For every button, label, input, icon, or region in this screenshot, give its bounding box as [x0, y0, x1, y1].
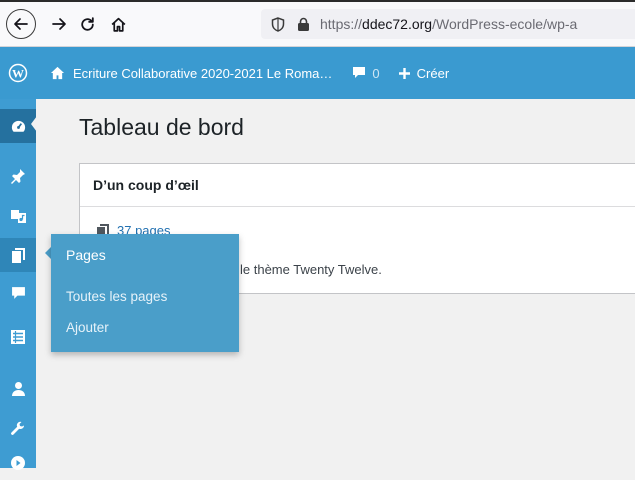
widget-title: D’un coup d’œil [93, 177, 199, 193]
arrow-left-icon [14, 18, 28, 30]
flyout-item-all-pages[interactable]: Toutes les pages [66, 289, 167, 304]
arrow-right-icon [52, 18, 66, 30]
dashboard-icon [11, 120, 25, 132]
url-text: https://ddec72.org/WordPress-ecole/wp-a [320, 16, 577, 32]
theme-info-text: le thème Twenty Twelve. [240, 262, 382, 277]
site-name-link[interactable]: Ecriture Collaborative 2020-2021 Le Roma… [50, 66, 332, 81]
comments-count: 0 [372, 65, 380, 81]
browser-toolbar: https://ddec72.org/WordPress-ecole/wp-a [0, 0, 635, 47]
url-prefix: https:// [320, 16, 363, 32]
reload-icon [80, 16, 94, 31]
list-icon [11, 330, 25, 344]
forward-button[interactable] [44, 9, 74, 39]
sidebar-item-tools[interactable] [0, 412, 36, 446]
reload-button[interactable] [72, 9, 102, 39]
home-icon [111, 17, 125, 32]
plus-icon [398, 67, 410, 79]
flyout-item-pages[interactable]: Pages [66, 247, 106, 263]
sidebar-item-posts[interactable] [0, 159, 36, 193]
back-button[interactable] [6, 9, 36, 39]
sidebar-item-comments[interactable] [0, 276, 36, 310]
comments-link[interactable]: 0 [352, 65, 380, 81]
sidebar-item-media[interactable] [0, 198, 36, 232]
wrench-icon [11, 421, 25, 435]
shield-icon [271, 16, 285, 32]
sidebar-item-users[interactable] [0, 372, 36, 406]
pages-icon [11, 247, 25, 263]
home-icon [50, 66, 65, 80]
url-path: /WordPress-ecole/wp-a [432, 16, 578, 32]
current-item-arrow [31, 116, 37, 132]
play-icon [11, 456, 25, 470]
svg-text:W: W [12, 67, 24, 81]
pages-flyout-menu: Pages Toutes les pages Ajouter [51, 234, 239, 352]
wp-admin-bar: W Ecriture Collaborative 2020-2021 Le Ro… [0, 47, 635, 99]
site-title: Ecriture Collaborative 2020-2021 Le Roma… [73, 65, 333, 81]
flyout-item-add-new[interactable]: Ajouter [66, 320, 109, 335]
url-bar[interactable]: https://ddec72.org/WordPress-ecole/wp-a [261, 9, 635, 39]
sidebar-item-media-player[interactable] [0, 446, 36, 480]
admin-sidebar [0, 99, 37, 470]
sidebar-item-pages[interactable] [0, 238, 36, 272]
url-host: ddec72.org [362, 16, 433, 32]
sidebar-item-dashboard[interactable] [0, 109, 37, 143]
comment-bubble-icon [353, 67, 366, 78]
pin-icon [11, 169, 25, 184]
comments-icon [11, 286, 25, 299]
sidebar-item-list[interactable] [0, 320, 36, 354]
page-title: Tableau de bord [79, 114, 244, 140]
new-content-label: Créer [416, 65, 450, 81]
media-icon [10, 209, 26, 223]
new-content-button[interactable]: Créer [398, 65, 450, 81]
widget-header[interactable]: D’un coup d’œil [80, 164, 635, 207]
lock-icon [298, 17, 309, 31]
wordpress-icon: W [8, 63, 28, 83]
wp-logo-button[interactable]: W [0, 47, 36, 99]
users-icon [11, 382, 25, 396]
window-edge [0, 0, 635, 2]
home-button[interactable] [103, 9, 133, 39]
